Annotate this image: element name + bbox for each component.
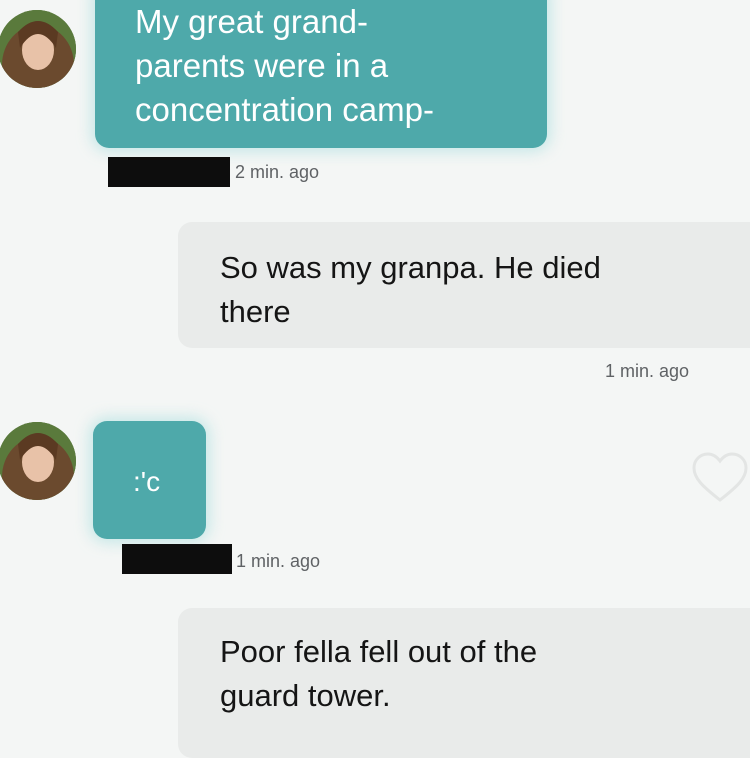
incoming-message-bubble[interactable]: :'c bbox=[93, 421, 206, 539]
heart-outline-icon[interactable] bbox=[690, 450, 750, 506]
message-timestamp: 1 min. ago bbox=[236, 551, 321, 571]
message-text: So was my granpa. He died there bbox=[220, 250, 601, 329]
avatar-photo bbox=[0, 422, 76, 500]
redacted-sender-name bbox=[122, 544, 232, 574]
message-text: :'c bbox=[133, 466, 161, 497]
incoming-message-bubble[interactable]: My great grand- parents were in a concen… bbox=[95, 0, 547, 148]
avatar[interactable] bbox=[0, 422, 76, 500]
message-timestamp: 1 min. ago bbox=[605, 361, 690, 381]
message-text: Poor fella fell out of the guard tower. bbox=[220, 634, 538, 713]
redacted-sender-name bbox=[108, 157, 230, 187]
avatar-photo bbox=[0, 10, 76, 88]
avatar[interactable] bbox=[0, 10, 76, 88]
outgoing-message-bubble[interactable]: So was my granpa. He died there bbox=[178, 222, 750, 348]
message-text: My great grand- parents were in a concen… bbox=[135, 3, 434, 128]
message-timestamp: 2 min. ago bbox=[235, 162, 320, 182]
